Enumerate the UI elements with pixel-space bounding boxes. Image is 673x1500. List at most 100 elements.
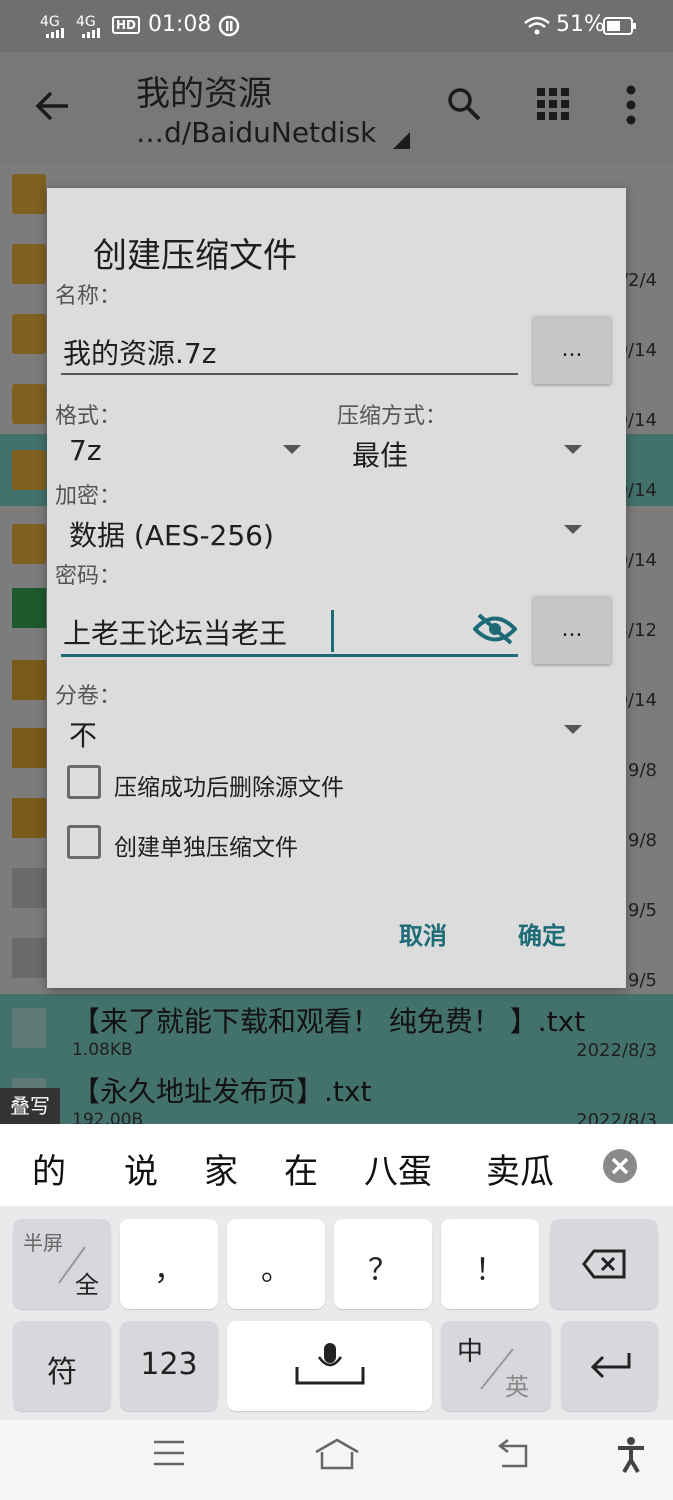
method-select[interactable]: 最佳 — [352, 434, 408, 474]
exclaim-key[interactable]: ！ — [441, 1219, 539, 1309]
key-label: 符 — [47, 1355, 77, 1390]
visibility-off-icon[interactable] — [473, 612, 517, 646]
candidate-item[interactable]: 在 — [284, 1144, 318, 1193]
candidate-item[interactable]: 的 — [32, 1144, 66, 1193]
rar-file-icon — [12, 728, 46, 768]
soft-keyboard: 半屏 全 ， 。 ？ ！ 符 123 中 英 — [0, 1206, 673, 1420]
folder-icon — [12, 244, 46, 284]
halfscreen-bottom-label: 全 — [75, 1271, 99, 1299]
backspace-key[interactable] — [550, 1219, 658, 1309]
accessibility-icon[interactable] — [616, 1436, 646, 1474]
numbers-key[interactable]: 123 — [120, 1321, 218, 1411]
system-nav-bar — [0, 1420, 673, 1500]
file-date: 2022/8/3 — [576, 1040, 657, 1061]
file-size: 1.08KB — [72, 1040, 133, 1060]
language-switch-key[interactable]: 中 英 — [441, 1321, 551, 1411]
candidate-item[interactable]: 说 — [124, 1144, 158, 1193]
format-dropdown-icon[interactable] — [283, 445, 301, 454]
item-date: 9/8 — [628, 830, 657, 851]
delete-source-label[interactable]: 压缩成功后删除源文件 — [114, 768, 344, 802]
folder-up-icon — [12, 174, 46, 214]
separate-archive-checkbox[interactable] — [67, 825, 101, 859]
list-item-selected[interactable]: 【永久地址发布页】.txt 192.00B 2022/8/3 — [0, 1066, 673, 1124]
app-toolbar: 我的资源 …d/BaiduNetdisk — [0, 52, 673, 162]
split-select[interactable]: 不 — [69, 714, 97, 754]
format-label: 格式： — [55, 404, 122, 429]
password-input[interactable]: 上老王论坛当老王 — [63, 612, 287, 652]
clock: 01:08 — [148, 12, 212, 37]
status-bar: 4G 4G HD 01:08 51% — [0, 0, 673, 52]
separate-archive-label[interactable]: 创建单独压缩文件 — [114, 828, 298, 862]
text-file-icon — [12, 1008, 46, 1048]
question-key[interactable]: ？ — [334, 1219, 432, 1309]
close-circle-icon[interactable] — [602, 1148, 638, 1184]
item-date: 9/5 — [628, 970, 657, 991]
search-icon[interactable] — [446, 86, 482, 122]
file-name: 【永久地址发布页】.txt — [72, 1075, 372, 1108]
battery-icon — [603, 17, 636, 35]
password-browse-button[interactable]: ... — [533, 596, 611, 664]
grid-icon[interactable] — [537, 88, 569, 120]
backspace-icon — [582, 1249, 626, 1279]
pause-circle-icon — [218, 15, 240, 37]
lang-bottom-label: 英 — [505, 1373, 529, 1401]
space-key[interactable] — [227, 1321, 432, 1411]
page-title: 我的资源 — [136, 74, 272, 114]
archive-file-icon — [12, 660, 46, 700]
battery-percent: 51% — [556, 12, 605, 37]
candidate-item[interactable]: 家 — [204, 1144, 238, 1193]
password-input-underline — [61, 654, 518, 657]
path-selector[interactable]: …d/BaiduNetdisk — [136, 116, 376, 149]
more-vertical-icon[interactable] — [624, 84, 638, 126]
browse-button[interactable]: ... — [533, 316, 611, 384]
candidate-item[interactable]: 八蛋 — [364, 1144, 432, 1193]
key-label: ？ — [368, 1253, 398, 1288]
file-size: 192.00B — [72, 1110, 144, 1124]
encrypt-dropdown-icon[interactable] — [564, 525, 582, 534]
key-label: ！ — [475, 1253, 505, 1288]
image-file-icon — [12, 588, 46, 628]
name-input-underline — [61, 373, 518, 375]
item-date: 9/8 — [628, 760, 657, 781]
key-label: 123 — [140, 1347, 198, 1382]
encrypt-select[interactable]: 数据 (AES-256) — [69, 514, 274, 554]
create-archive-dialog: 创建压缩文件 名称： 我的资源.7z ... 格式： 7z 压缩方式： 最佳 加… — [47, 188, 626, 988]
period-key[interactable]: 。 — [227, 1219, 325, 1309]
delete-source-checkbox[interactable] — [67, 765, 101, 799]
list-item-selected[interactable]: 【来了就能下载和观看！ 纯免费！ 】.txt 1.08KB 2022/8/3 — [0, 994, 673, 1066]
signal-icon-2 — [82, 28, 100, 38]
enter-icon — [590, 1353, 631, 1379]
wifi-icon — [524, 16, 550, 35]
cancel-button[interactable]: 取消 — [399, 916, 447, 951]
home-icon[interactable] — [314, 1438, 360, 1472]
overlay-tag[interactable]: 叠写 — [0, 1088, 60, 1124]
key-label: ， — [154, 1253, 184, 1288]
candidate-item[interactable]: 卖瓜 — [486, 1144, 554, 1193]
name-input[interactable]: 我的资源.7z — [63, 332, 216, 372]
signal-icon — [46, 28, 64, 38]
enter-key[interactable] — [561, 1321, 658, 1411]
arrow-left-icon[interactable] — [34, 90, 70, 122]
symbols-key[interactable]: 符 — [13, 1321, 111, 1411]
text-file-icon — [12, 868, 46, 908]
ime-candidate-bar: 的 说 家 在 八蛋 卖瓜 — [0, 1124, 673, 1206]
folder-icon — [12, 314, 46, 354]
path-dropdown-icon[interactable] — [392, 132, 412, 150]
dialog-title: 创建压缩文件 — [93, 236, 297, 276]
halfscreen-key[interactable]: 半屏 全 — [13, 1219, 111, 1309]
folder-icon — [12, 524, 46, 564]
method-dropdown-icon[interactable] — [564, 445, 582, 454]
format-select[interactable]: 7z — [69, 434, 102, 467]
comma-key[interactable]: ， — [120, 1219, 218, 1309]
ok-button[interactable]: 确定 — [518, 916, 566, 951]
split-dropdown-icon[interactable] — [564, 725, 582, 734]
menu-icon[interactable] — [152, 1438, 186, 1468]
text-file-icon — [12, 938, 46, 978]
hd-badge: HD — [112, 16, 141, 34]
encrypt-label: 加密： — [55, 484, 122, 509]
key-label: 。 — [261, 1253, 291, 1288]
microphone-icon — [295, 1343, 365, 1385]
item-date: 9/5 — [628, 900, 657, 921]
password-label: 密码： — [55, 564, 122, 589]
back-icon[interactable] — [496, 1438, 530, 1468]
